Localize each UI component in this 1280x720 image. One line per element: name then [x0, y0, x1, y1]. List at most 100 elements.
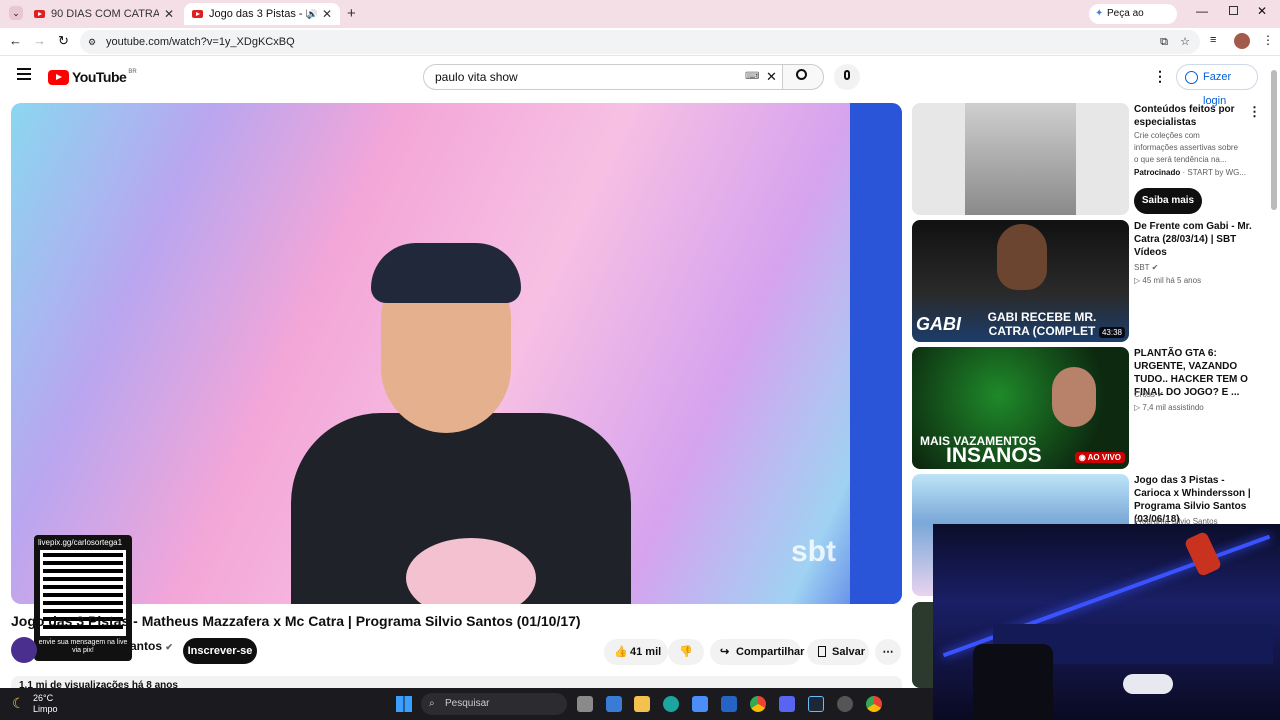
store-icon[interactable] [692, 696, 708, 712]
region-code: BR [128, 69, 137, 75]
media-controls-icon[interactable]: ≡ [1210, 34, 1216, 46]
file-explorer-icon[interactable] [634, 696, 650, 712]
live-dot-icon: ◉ [1078, 453, 1086, 462]
thumbnail-person [1052, 367, 1096, 427]
video-thumbnail[interactable]: MAIS VAZAMENTOS INSANOS ◉ AO VIVO [912, 347, 1129, 469]
chair-silhouette [973, 644, 1053, 720]
forward-arrow-icon[interactable]: → [33, 33, 46, 48]
obs-icon[interactable] [837, 696, 853, 712]
reload-icon[interactable]: ↻ [58, 33, 69, 49]
steam-icon[interactable] [808, 696, 824, 712]
install-app-icon[interactable]: ⧉ [1160, 30, 1168, 54]
ad-thumbnail[interactable] [912, 103, 1129, 215]
settings-menu-icon[interactable]: ⋮ [1153, 68, 1167, 85]
channel-avatar[interactable] [11, 637, 37, 663]
address-bar[interactable]: ⚙ youtube.com/watch?v=1y_XDgKCxBQ ⧉ ☆ [80, 30, 1200, 54]
youtube-favicon-icon [192, 10, 203, 18]
search-query: paulo vita show [435, 70, 518, 84]
maximize-button[interactable] [1229, 6, 1238, 15]
tab-list-dropdown-icon[interactable]: ⌄ [9, 6, 23, 20]
like-count: 41 mil [630, 646, 662, 658]
speaker-icon[interactable]: 🔊 [307, 9, 318, 20]
ad-title[interactable]: Conteúdos feitos por especialistas [1134, 103, 1258, 129]
more-actions-button[interactable]: ⋯ [875, 639, 901, 665]
profile-avatar[interactable] [1234, 33, 1250, 49]
like-button[interactable]: 👍 41 mil [604, 639, 668, 665]
video-player[interactable]: sbt [11, 103, 902, 604]
thumbs-down-icon: 👎 [679, 646, 693, 658]
thumbnail-caption-2: INSANOS [946, 444, 1042, 467]
share-button[interactable]: ↪ Compartilhar [710, 639, 805, 665]
video-title: Jogo das 3 Pistas - Matheus Mazzafera x … [11, 613, 581, 629]
webcam-overlay [933, 524, 1280, 720]
login-button[interactable]: Fazer login [1176, 64, 1258, 107]
taskbar-search[interactable]: ⌕ Pesquisar [421, 693, 567, 715]
tab-title: Jogo das 3 Pistas - Matheus [209, 8, 307, 20]
thumbnail-caption: GABI RECEBE MR. CATRA (COMPLET [987, 310, 1097, 338]
browser-toolbar: ← → ↻ ⚙ youtube.com/watch?v=1y_XDgKCxBQ … [0, 28, 1280, 56]
chrome-active-icon[interactable] [866, 696, 882, 712]
thumbs-up-icon: 👍 [614, 646, 628, 658]
sponsored-label: Patrocinado [1134, 168, 1181, 177]
keyboard-icon[interactable]: ⌨ [745, 65, 759, 89]
widgets-icon[interactable] [606, 696, 622, 712]
channel-name-text: antos [130, 639, 163, 653]
video-meta: ▷ 45 mil há 5 anos [1134, 276, 1202, 285]
tab-jogo-das-3-pistas[interactable]: Jogo das 3 Pistas - Matheus 🔊 ✕ [184, 3, 340, 25]
close-tab-icon[interactable]: ✕ [164, 7, 174, 21]
save-button[interactable]: Salvar [807, 639, 869, 665]
close-tab-icon[interactable]: ✕ [322, 7, 332, 21]
microphone-icon [844, 70, 850, 80]
clear-search-icon[interactable]: ✕ [766, 65, 777, 89]
more-dots-icon: ⋯ [882, 646, 894, 658]
phone-image [965, 103, 1076, 215]
dislike-button[interactable]: 👎 [668, 639, 704, 665]
thumbnail-brand: GABI [916, 314, 961, 334]
ad-menu-icon[interactable]: ⋮ [1248, 104, 1261, 120]
hamburger-menu-icon[interactable] [17, 68, 31, 80]
new-tab-button[interactable]: + [347, 5, 356, 22]
search-input[interactable]: paulo vita show ⌨ ✕ [423, 64, 783, 90]
back-arrow-icon[interactable]: ← [9, 33, 22, 48]
search-icon [796, 69, 807, 80]
gemini-button[interactable]: ✦ Peça ao Gemini [1089, 4, 1177, 39]
channel-name: SBT ✔ [1134, 262, 1158, 274]
ad-description: Crie coleções com informações assertivas… [1134, 131, 1239, 164]
close-window-button[interactable]: ✕ [1257, 4, 1267, 18]
account-icon [1185, 71, 1198, 84]
browser-menu-icon[interactable]: ⋮ [1262, 33, 1274, 47]
video-title[interactable]: De Frente com Gabi - Mr. Catra (28/03/14… [1134, 220, 1258, 259]
browser-tab-strip: ⌄ 90 DIAS COM CATRA - HD - You ✕ Jogo da… [0, 0, 1280, 39]
weather-widget[interactable]: 26°C Limpo [33, 693, 58, 715]
edge-icon[interactable] [663, 696, 679, 712]
tab-title: 90 DIAS COM CATRA - HD - You [51, 8, 159, 20]
weather-condition: Limpo [33, 704, 58, 714]
channel-name: Cross ✔ [1134, 389, 1164, 401]
qr-url: livepix.gg/carlosortega1 [38, 538, 123, 547]
task-view-icon[interactable] [577, 696, 593, 712]
thumbnail-person [997, 224, 1047, 290]
login-label: Fazer login [1203, 71, 1232, 107]
channel-name[interactable]: antos ✔ [130, 639, 173, 653]
duration-badge: 43:38 [1098, 327, 1125, 338]
youtube-logo[interactable]: YouTube BR [48, 68, 137, 86]
voice-search-button[interactable] [834, 64, 860, 90]
learn-more-button[interactable]: Saiba mais [1134, 188, 1202, 214]
minimize-button[interactable]: — [1196, 4, 1208, 18]
sbt-watermark: sbt [791, 535, 836, 568]
bookmark-star-icon[interactable]: ☆ [1180, 30, 1190, 54]
url-text: youtube.com/watch?v=1y_XDgKCxBQ [106, 36, 295, 48]
chrome-icon[interactable] [750, 696, 766, 712]
discord-icon[interactable] [779, 696, 795, 712]
tab-90-dias[interactable]: 90 DIAS COM CATRA - HD - You ✕ [26, 3, 182, 25]
page-scrollbar[interactable] [1271, 70, 1277, 210]
search-button[interactable] [782, 64, 824, 90]
start-icon[interactable] [396, 696, 412, 712]
controller [1123, 674, 1173, 694]
site-info-icon[interactable]: ⚙ [88, 30, 96, 54]
video-thumbnail[interactable]: GABI GABI RECEBE MR. CATRA (COMPLET 43:3… [912, 220, 1129, 342]
share-label: Compartilhar [736, 646, 805, 658]
subscribe-button[interactable]: Inscrever-se [183, 638, 257, 664]
mail-icon[interactable] [721, 696, 737, 712]
save-label: Salvar [832, 646, 866, 658]
